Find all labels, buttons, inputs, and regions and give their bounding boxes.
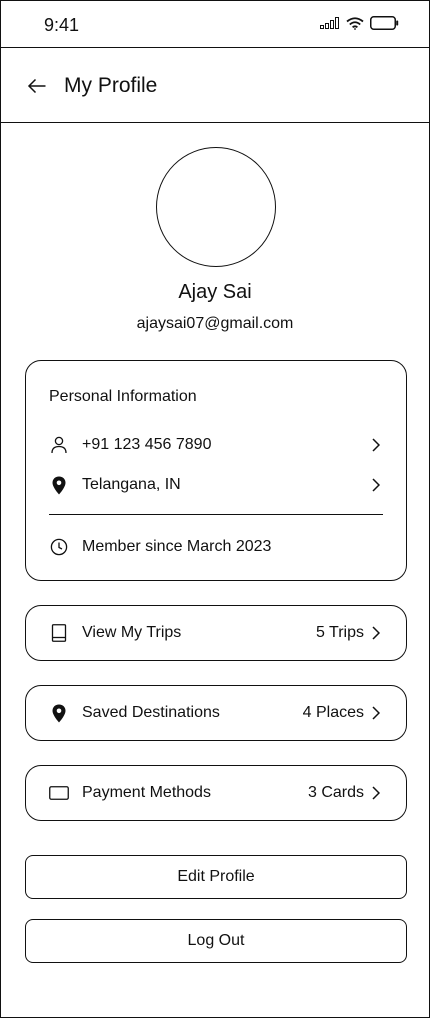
status-time: 9:41	[44, 15, 80, 35]
signal-icon	[320, 17, 340, 29]
chevron-right-icon	[370, 477, 382, 493]
divider	[49, 514, 383, 515]
saved-destinations-count: 4 Places	[302, 704, 364, 721]
location-text: Telangana, IN	[82, 476, 181, 493]
payment-methods-count: 3 Cards	[307, 784, 364, 801]
wifi-icon	[346, 16, 364, 30]
view-trips-label: View My Trips	[82, 624, 182, 641]
clock-icon	[49, 537, 69, 557]
phone-row[interactable]: +91 123 456 7890	[49, 433, 382, 457]
location-pin-icon	[49, 475, 69, 495]
page-title: My Profile	[64, 74, 158, 97]
view-trips-row: View My Trips 5 Trips	[49, 621, 382, 645]
saved-destinations-label: Saved Destinations	[82, 704, 220, 721]
battery-icon	[370, 16, 399, 30]
member-since-row: Member since March 2023	[49, 535, 382, 559]
chevron-right-icon	[370, 785, 382, 801]
payment-methods-label: Payment Methods	[82, 784, 211, 801]
chevron-right-icon	[370, 705, 382, 721]
status-bar: 9:41	[1, 1, 429, 48]
profile-email: ajaysai07@gmail.com	[136, 315, 294, 332]
view-trips-count: 5 Trips	[315, 624, 364, 641]
personal-info-card: Personal Information +91 123 456 7890 Te	[25, 360, 407, 581]
payment-methods-row: Payment Methods 3 Cards	[49, 781, 382, 805]
book-icon	[49, 623, 69, 643]
back-button[interactable]	[25, 74, 49, 98]
log-out-button[interactable]: Log Out	[25, 919, 407, 963]
personal-info-title: Personal Information	[49, 388, 197, 405]
phone-screen: 9:41 My Profile Ajay Sai ajaysai07@gmail…	[0, 0, 430, 1018]
phone-number: +91 123 456 7890	[82, 436, 212, 453]
view-trips-card[interactable]: View My Trips 5 Trips	[25, 605, 407, 661]
person-icon	[49, 435, 69, 455]
chevron-right-icon	[370, 437, 382, 453]
edit-profile-button[interactable]: Edit Profile	[25, 855, 407, 899]
payment-methods-card[interactable]: Payment Methods 3 Cards	[25, 765, 407, 821]
saved-destinations-row: Saved Destinations 4 Places	[49, 701, 382, 725]
location-row[interactable]: Telangana, IN	[49, 473, 382, 497]
saved-destinations-card[interactable]: Saved Destinations 4 Places	[25, 685, 407, 741]
location-pin-icon	[49, 703, 69, 723]
member-since-text: Member since March 2023	[82, 538, 272, 555]
app-header: My Profile	[1, 48, 429, 123]
arrow-left-icon	[27, 78, 47, 94]
profile-name: Ajay Sai	[178, 281, 252, 303]
card-icon	[49, 783, 69, 803]
status-icons	[320, 16, 399, 30]
avatar[interactable]	[156, 147, 276, 267]
chevron-right-icon	[370, 625, 382, 641]
